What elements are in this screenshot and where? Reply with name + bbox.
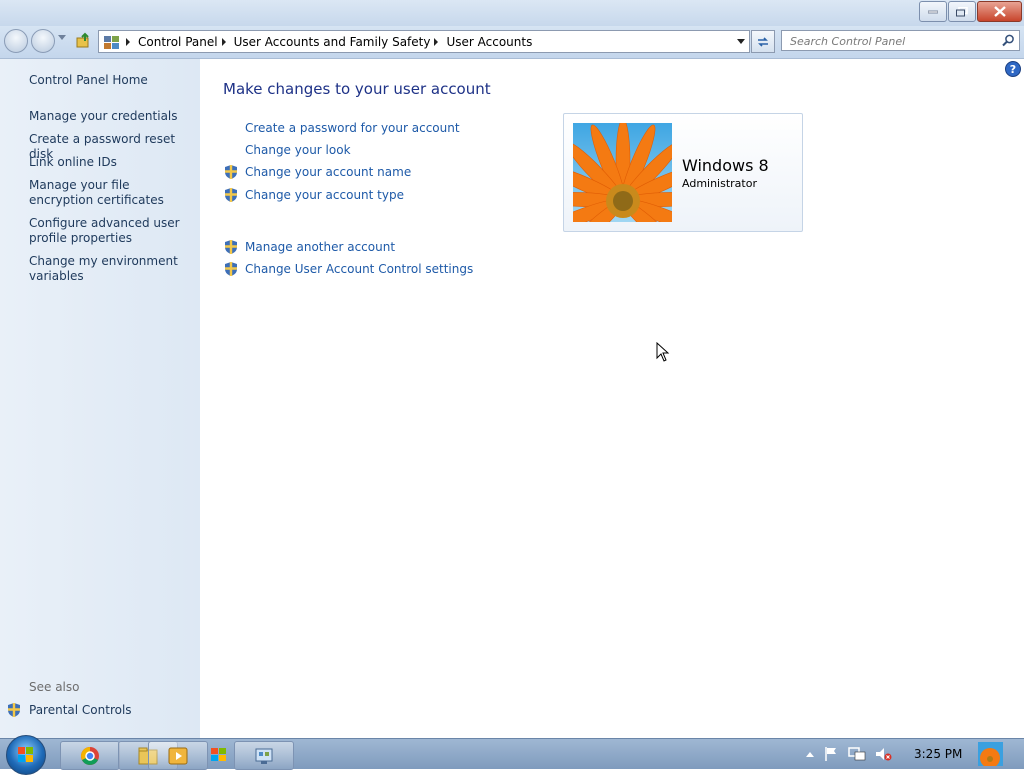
account-name: Windows 8 — [682, 156, 769, 175]
see-also-heading: See also — [29, 680, 80, 694]
sidebar-item-advanced-profile-properties[interactable]: Configure advanced user profile properti… — [29, 216, 189, 246]
window-controls — [919, 1, 1022, 22]
help-icon[interactable]: ? — [1005, 61, 1021, 77]
breadcrumb-separator-icon[interactable] — [434, 37, 439, 46]
volume-muted-icon[interactable] — [875, 746, 893, 762]
minimize-icon — [928, 10, 938, 13]
breadcrumb-user-accounts-family-safety[interactable]: User Accounts and Family Safety — [234, 35, 431, 49]
link-manage-another-account[interactable]: Manage another account — [245, 240, 395, 254]
link-change-account-type[interactable]: Change your account type — [245, 188, 404, 202]
shield-icon — [225, 165, 237, 179]
sidebar-item-control-panel-home[interactable]: Control Panel Home — [29, 73, 189, 88]
shield-icon — [225, 240, 237, 254]
show-hidden-icons-icon[interactable] — [806, 751, 814, 757]
sidebar-item-environment-variables[interactable]: Change my environment variables — [29, 254, 189, 284]
close-icon — [993, 6, 1006, 17]
sidebar-item-manage-credentials[interactable]: Manage your credentials — [29, 109, 189, 124]
start-button[interactable] — [6, 735, 46, 775]
shield-icon — [225, 262, 237, 276]
taskbar-clock[interactable]: 3:25 PM — [914, 747, 962, 761]
media-player-icon — [168, 747, 188, 764]
sidebar: Control Panel Home Manage your credentia… — [0, 59, 200, 738]
shield-icon — [225, 188, 237, 202]
windows-logo-icon — [18, 747, 33, 762]
refresh-button[interactable] — [751, 30, 775, 53]
close-button[interactable] — [977, 1, 1022, 22]
title-bar — [0, 0, 1024, 26]
link-change-account-name[interactable]: Change your account name — [245, 165, 411, 179]
up-folder-icon[interactable] — [76, 32, 92, 48]
control-panel-icon — [255, 748, 273, 764]
address-dropdown-icon[interactable] — [737, 39, 745, 44]
breadcrumb-separator-icon[interactable] — [221, 37, 226, 46]
shield-icon — [8, 703, 20, 717]
breadcrumb-separator-icon[interactable] — [126, 37, 130, 46]
minimize-button[interactable] — [919, 1, 947, 22]
chrome-icon — [81, 746, 99, 765]
link-create-password[interactable]: Create a password for your account — [245, 121, 460, 135]
control-panel-icon — [104, 35, 119, 49]
svg-text:?: ? — [1010, 63, 1016, 76]
sidebar-item-link-online-ids[interactable]: Link online IDs — [29, 155, 189, 170]
account-role: Administrator — [682, 177, 757, 190]
restore-button[interactable] — [948, 1, 976, 22]
link-change-look[interactable]: Change your look — [245, 143, 351, 157]
navigation-bar: Control Panel User Accounts and Family S… — [0, 26, 1024, 59]
search-box[interactable] — [781, 30, 1020, 51]
taskbar-chrome-button[interactable] — [60, 741, 120, 770]
sidebar-item-parental-controls[interactable]: Parental Controls — [29, 703, 132, 717]
breadcrumb-user-accounts[interactable]: User Accounts — [446, 35, 532, 49]
mouse-cursor-icon — [656, 342, 670, 362]
search-input[interactable] — [788, 32, 992, 51]
account-picture[interactable] — [573, 123, 672, 222]
recent-pages-dropdown[interactable] — [58, 35, 66, 40]
forward-button[interactable] — [31, 29, 55, 53]
page-title: Make changes to your user account — [223, 80, 491, 98]
back-button[interactable] — [4, 29, 28, 53]
taskbar: 3:25 PM — [0, 735, 1024, 775]
account-card: Windows 8 Administrator — [563, 113, 803, 232]
action-center-flag-icon[interactable] — [823, 746, 839, 762]
sidebar-item-encryption-certificates[interactable]: Manage your file encryption certificates — [29, 178, 189, 208]
desktop-preview-thumbnail[interactable] — [978, 742, 1003, 766]
address-bar[interactable]: Control Panel User Accounts and Family S… — [98, 30, 750, 53]
restore-icon — [956, 6, 968, 16]
refresh-icon — [758, 36, 768, 47]
network-icon[interactable] — [848, 746, 866, 762]
taskbar-control-panel-button[interactable] — [234, 741, 294, 770]
windows-flag-icon — [211, 747, 226, 761]
link-uac-settings[interactable]: Change User Account Control settings — [245, 262, 473, 276]
breadcrumb-control-panel[interactable]: Control Panel — [138, 35, 218, 49]
system-tray — [806, 746, 893, 762]
search-icon[interactable] — [1002, 34, 1015, 47]
